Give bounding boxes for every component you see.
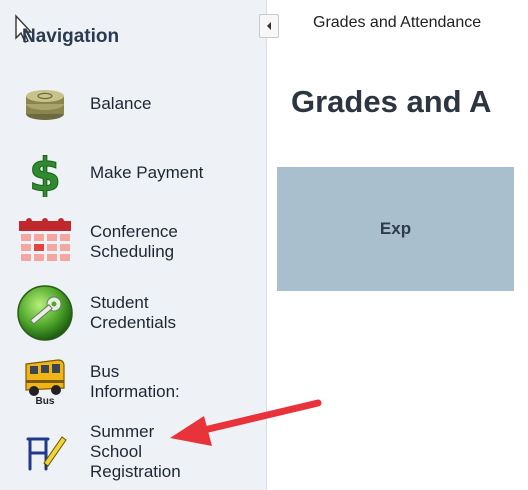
sidebar-item-summer-school-registration[interactable]: Summer School Registration [14,422,258,482]
bus-icon: Bus [14,354,76,410]
main-content: Grades and Attendance Grades and A Exp [267,0,528,490]
coins-icon [14,76,76,132]
sidebar-item-make-payment[interactable]: $ Make Payment [14,143,258,203]
breadcrumb[interactable]: Grades and Attendance [313,14,481,32]
desk-icon [14,424,76,480]
sidebar-item-label: Make Payment [90,163,204,182]
expand-panel[interactable]: Exp [277,167,514,291]
svg-text:$: $ [29,149,61,197]
panel-label: Exp [379,219,412,238]
sidebar-item-label: Student Credentials [90,293,176,332]
bus-icon-caption: Bus [35,395,55,407]
sidebar-item-label: Bus Information: [90,362,180,401]
page-title: Grades and A [291,84,492,119]
sidebar-item-label: Balance [90,94,152,113]
sidebar: Navigation Balance $ Make Payment Confer… [0,0,267,490]
sidebar-item-label: Summer School Registration [90,422,181,481]
calendar-icon [14,214,76,270]
sidebar-item-bus-information[interactable]: Bus Bus Information: [14,352,258,412]
sidebar-item-label: Conference Scheduling [90,222,178,261]
dollar-icon: $ [14,145,76,201]
sidebar-item-conference-scheduling[interactable]: Conference Scheduling [14,212,258,272]
navigation-heading: Navigation [22,26,120,47]
sidebar-item-student-credentials[interactable]: Student Credentials [14,283,258,343]
key-icon [14,285,76,341]
sidebar-item-balance[interactable]: Balance [14,74,258,134]
